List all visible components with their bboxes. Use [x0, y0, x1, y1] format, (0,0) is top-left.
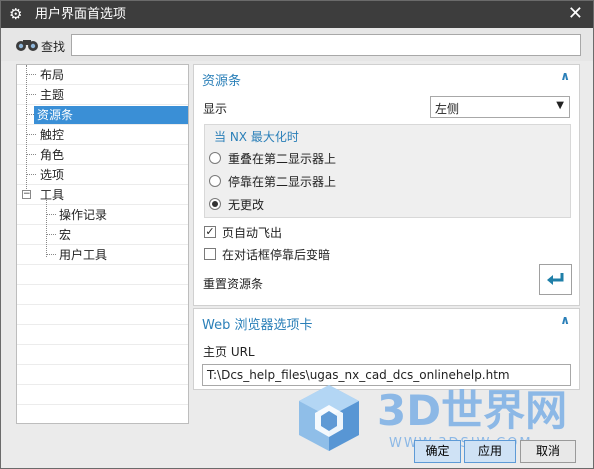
home-url-value: T:\Dcs_help_files\ugas_nx_cad_dcs_online…	[207, 368, 510, 382]
reset-resource-bar-button[interactable]	[539, 264, 572, 295]
web-browser-header[interactable]: Web 浏览器选项卡 ∧	[194, 309, 579, 335]
tree-item-resource-bar[interactable]: 资源条	[34, 106, 188, 124]
apply-button[interactable]: 应用	[464, 440, 516, 463]
return-arrow-icon	[547, 273, 564, 285]
web-browser-title: Web 浏览器选项卡	[202, 318, 313, 333]
radio-dock-second-monitor[interactable]	[209, 175, 221, 187]
search-row: 查找	[1, 28, 593, 61]
nx-maximize-group-title: 当 NX 最大化时	[214, 130, 299, 144]
ok-button[interactable]: 确定	[414, 440, 461, 463]
display-select[interactable]: 左侧 ▼	[430, 96, 570, 118]
resource-bar-title: 资源条	[202, 74, 242, 89]
reset-resource-bar-label: 重置资源条	[203, 277, 264, 291]
nx-maximize-group: 当 NX 最大化时 重叠在第二显示器上 停靠在第二显示器上 无更改	[204, 124, 571, 218]
home-url-label: 主页 URL	[203, 345, 255, 359]
gear-icon: ⚙	[9, 5, 23, 23]
radio-no-change-label: 无更改	[228, 198, 265, 212]
tree-item-roles[interactable]: 角色	[37, 146, 67, 164]
auto-fly-out-label: 页自动飞出	[222, 226, 283, 240]
home-url-input[interactable]: T:\Dcs_help_files\ugas_nx_cad_dcs_online…	[202, 364, 571, 386]
radio-overlap-second-monitor[interactable]	[209, 152, 221, 164]
collapse-icon[interactable]: −	[22, 190, 31, 199]
tree-item-theme[interactable]: 主题	[37, 86, 67, 104]
cancel-button[interactable]: 取消	[520, 440, 576, 463]
tree-item-touch[interactable]: 触控	[37, 126, 67, 144]
watermark-brand: 3D世界网	[377, 386, 567, 435]
close-icon[interactable]: ✕	[568, 4, 583, 24]
web-browser-panel: Web 浏览器选项卡 ∧ 主页 URL T:\Dcs_help_files\ug…	[193, 308, 580, 390]
display-select-value: 左侧	[435, 102, 460, 116]
tree-item-layout[interactable]: 布局	[37, 66, 67, 84]
radio-no-change[interactable]	[209, 198, 221, 210]
tree-item-user-tools[interactable]: 用户工具	[56, 246, 110, 264]
dim-after-dock-checkbox[interactable]	[204, 248, 216, 260]
radio-overlap-label: 重叠在第二显示器上	[228, 152, 337, 166]
display-label: 显示	[203, 102, 228, 116]
tree-item-journal[interactable]: 操作记录	[56, 206, 110, 224]
chevron-down-icon: ▼	[556, 100, 564, 111]
tree-item-macro[interactable]: 宏	[56, 226, 74, 244]
title-bar[interactable]: ⚙ 用户界面首选项 ✕	[1, 1, 593, 28]
auto-fly-out-checkbox[interactable]: ✓	[204, 226, 216, 238]
preferences-dialog: ⚙ 用户界面首选项 ✕ 查找 − 布局 主题 资源条 触控 角色 选项 工具 操…	[0, 0, 594, 469]
search-input[interactable]	[71, 34, 581, 56]
category-tree[interactable]: − 布局 主题 资源条 触控 角色 选项 工具 操作记录 宏 用户工具	[16, 64, 189, 424]
resource-bar-header[interactable]: 资源条 ∧	[194, 65, 579, 91]
tree-item-tools[interactable]: 工具	[37, 186, 67, 204]
collapse-up-icon[interactable]: ∧	[560, 313, 570, 327]
search-label: 查找	[41, 40, 66, 54]
resource-bar-panel: 资源条 ∧ 显示 左侧 ▼ 当 NX 最大化时 重叠在第二显示器上 停靠在第二显…	[193, 64, 580, 306]
dim-after-dock-label: 在对话框停靠后变暗	[222, 248, 331, 262]
window-title: 用户界面首选项	[35, 7, 127, 22]
binoculars-icon	[16, 40, 38, 51]
collapse-up-icon[interactable]: ∧	[560, 69, 570, 83]
tree-item-options[interactable]: 选项	[37, 166, 67, 184]
radio-dock-label: 停靠在第二显示器上	[228, 175, 337, 189]
